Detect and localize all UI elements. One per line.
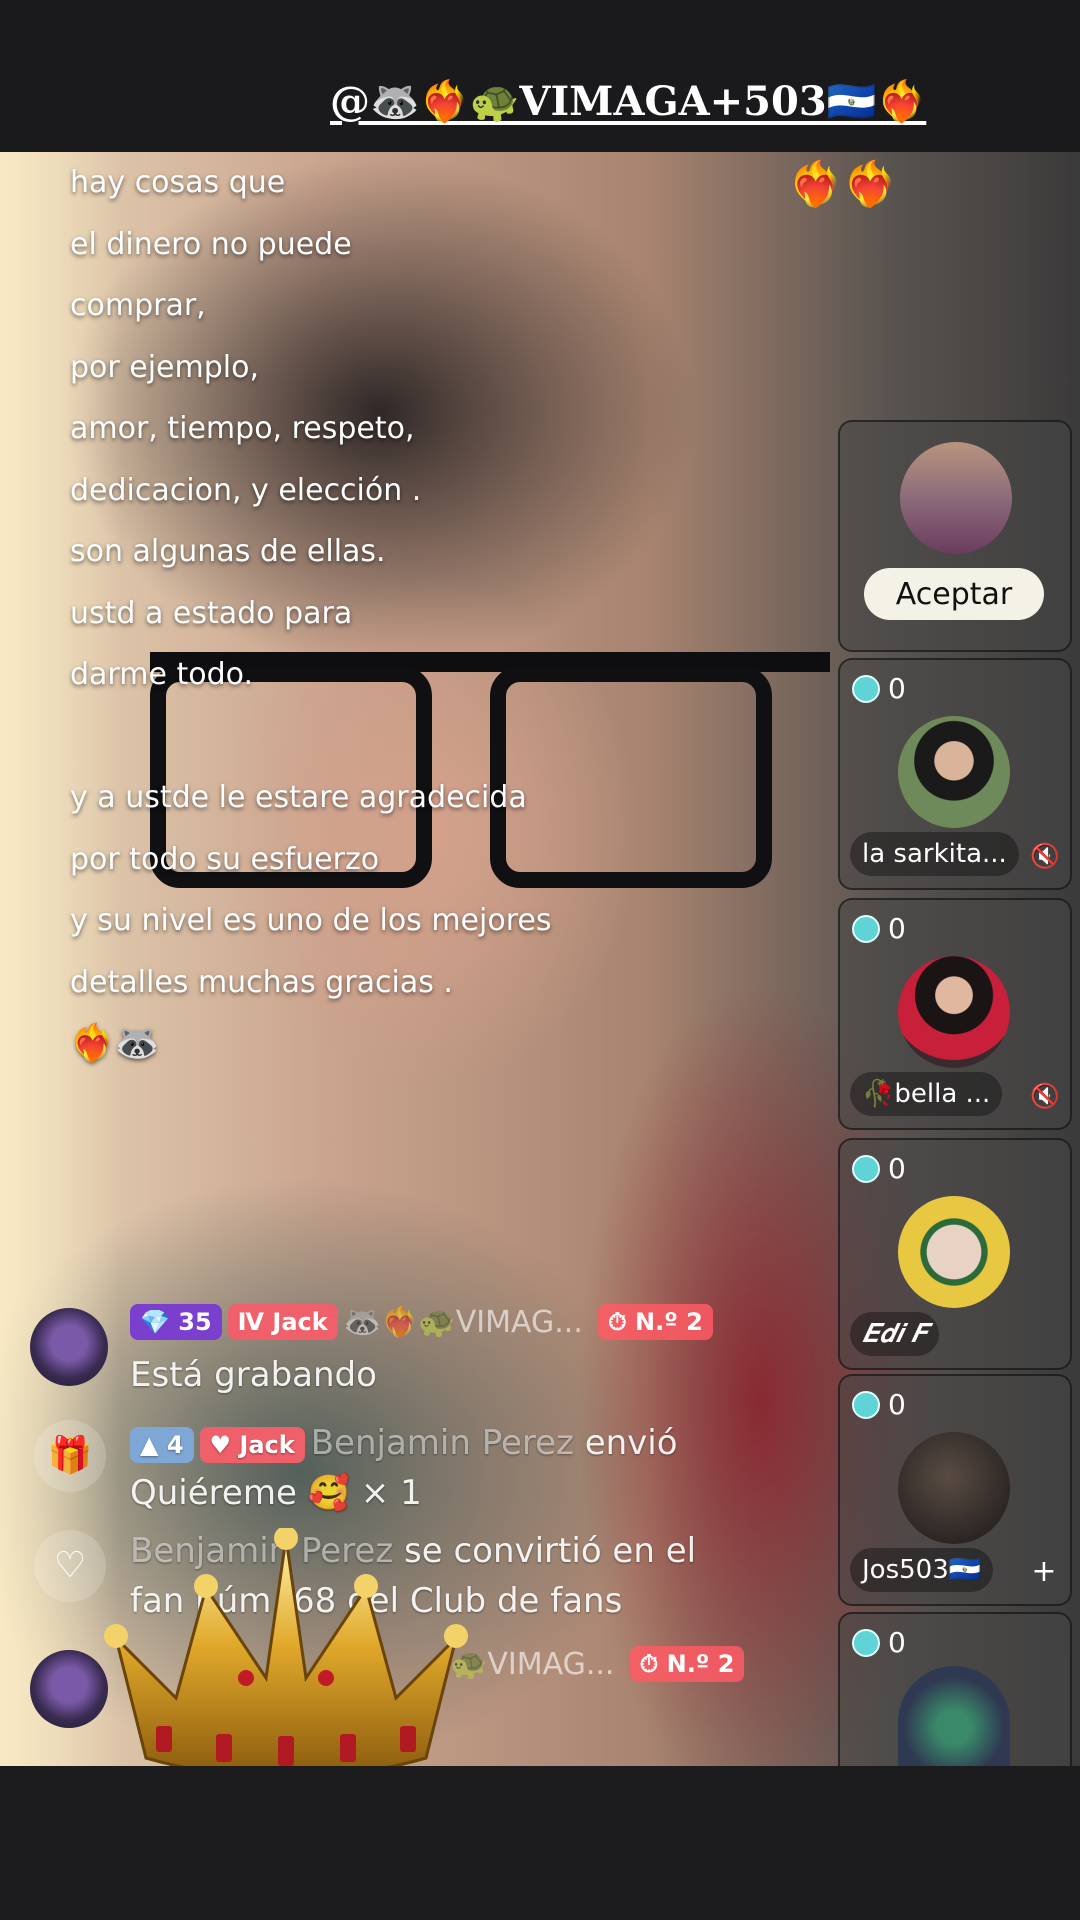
mic-muted-icon: 🔇	[1030, 842, 1060, 870]
rank-badge: ⏱ N.º 2	[597, 1304, 713, 1340]
overlay-line: detalles muchas gracias .	[70, 964, 453, 1000]
gift-text: Quiéreme 🥰 × 1	[130, 1473, 422, 1513]
guest-avatar[interactable]	[898, 1432, 1010, 1544]
chat-username[interactable]: 🦝❤️‍🔥🐢VIMAG...	[344, 1305, 583, 1340]
follow-plus-icon[interactable]: +	[1030, 1557, 1058, 1587]
overlay-line: y su nivel es uno de los mejores	[70, 903, 552, 938]
top-bar: @🦝❤️‍🔥🐢VIMAGA+503🇸🇻❤️‍🔥	[0, 0, 1080, 152]
gem-icon	[852, 914, 880, 943]
overlay-line: por ejemplo,	[70, 349, 260, 385]
overlay-line: amor, tiempo, respeto,	[70, 411, 415, 446]
guest-request-panel: Aceptar	[838, 420, 1072, 652]
seat-score: 0	[852, 912, 906, 945]
seat-score: 0	[852, 1626, 906, 1659]
level-badge: ▲ 4	[130, 1426, 194, 1463]
guest-name: 🥀bella ...	[850, 1072, 1003, 1116]
fan-badge: Ⅳ Jack	[227, 1304, 338, 1340]
overlay-line: por todo su esfuerzo	[70, 841, 380, 877]
guest-seat[interactable]: 0	[838, 1612, 1072, 1768]
accept-button[interactable]: Aceptar	[864, 568, 1044, 620]
streamer-handle[interactable]: @🦝❤️‍🔥🐢VIMAGA+503🇸🇻❤️‍🔥	[330, 78, 926, 138]
fan-badge: ♥ Jack	[199, 1426, 305, 1463]
overlay-line: son algunas de ellas.	[70, 534, 386, 569]
guest-seat[interactable]: 0 Jos503🇸🇻 +	[838, 1374, 1072, 1606]
guest-avatar[interactable]	[898, 716, 1010, 828]
chat-user-avatar[interactable]	[30, 1308, 108, 1386]
gift-message[interactable]: 🎁 ▲ 4 ♥ Jack Benjamin Perez envió Quiéreme…	[30, 1420, 830, 1520]
overlay-line	[70, 706, 550, 768]
requester-avatar[interactable]	[900, 442, 1012, 554]
guest-seat[interactable]: 0 𝑬𝒅𝒊 𝑭	[838, 1138, 1072, 1370]
seat-score: 0	[852, 1388, 906, 1421]
seat-score: 0	[852, 672, 906, 705]
guest-avatar[interactable]	[898, 956, 1010, 1068]
gem-icon	[852, 1154, 880, 1183]
overlay-line: hay cosas que	[70, 165, 286, 200]
gem-icon	[852, 1628, 880, 1657]
gem-icon	[852, 1390, 880, 1419]
overlay-line: ustd a estado para	[70, 595, 353, 631]
chat-message[interactable]: 💎 35 Ⅳ Jack 🦝❤️‍🔥🐢VIMAG... ⏱ N.º 2 Está gr…	[30, 1304, 830, 1395]
chat-text: Está grabando	[130, 1355, 377, 1395]
guest-name: 𝑬𝒅𝒊 𝑭	[850, 1312, 940, 1356]
overlay-emoji-line: ❤️‍🔥🦝	[70, 1023, 160, 1064]
overlay-line: el dinero no puede	[70, 226, 352, 262]
guest-name: la sarkita...	[850, 832, 1019, 876]
gift-action: envió	[584, 1423, 678, 1463]
gift-icon: 🎁	[34, 1420, 106, 1492]
fire-heart-icons: ❤️‍🔥❤️‍🔥	[788, 159, 898, 210]
gem-icon	[852, 674, 880, 703]
overlay-line: dedicacion, y elección .	[70, 472, 422, 508]
guest-avatar[interactable]	[898, 1666, 1010, 1768]
overlay-line: y a ustde le estare agradecida	[70, 780, 527, 815]
guest-avatar[interactable]	[898, 1196, 1010, 1308]
overlay-line: darme todo.	[70, 657, 253, 692]
rank-badge: ⏱ N.º 2	[629, 1646, 745, 1682]
chat-username[interactable]: Benjamin Perez	[311, 1423, 574, 1463]
overlay-line: comprar,	[70, 288, 206, 323]
seat-score: 0	[852, 1152, 906, 1185]
guest-seat[interactable]: 0 🥀bella ... 🔇	[838, 898, 1072, 1130]
guest-name: Jos503🇸🇻	[850, 1548, 994, 1592]
crown-icon	[104, 1528, 468, 1780]
mic-muted-icon: 🔇	[1030, 1082, 1060, 1110]
guest-seat[interactable]: 0 la sarkita... 🔇	[838, 658, 1072, 890]
bottom-bar	[0, 1766, 1080, 1920]
overlay-text: hay cosas que el dinero no puede comprar…	[70, 152, 552, 1075]
level-badge: 💎 35	[130, 1304, 222, 1340]
